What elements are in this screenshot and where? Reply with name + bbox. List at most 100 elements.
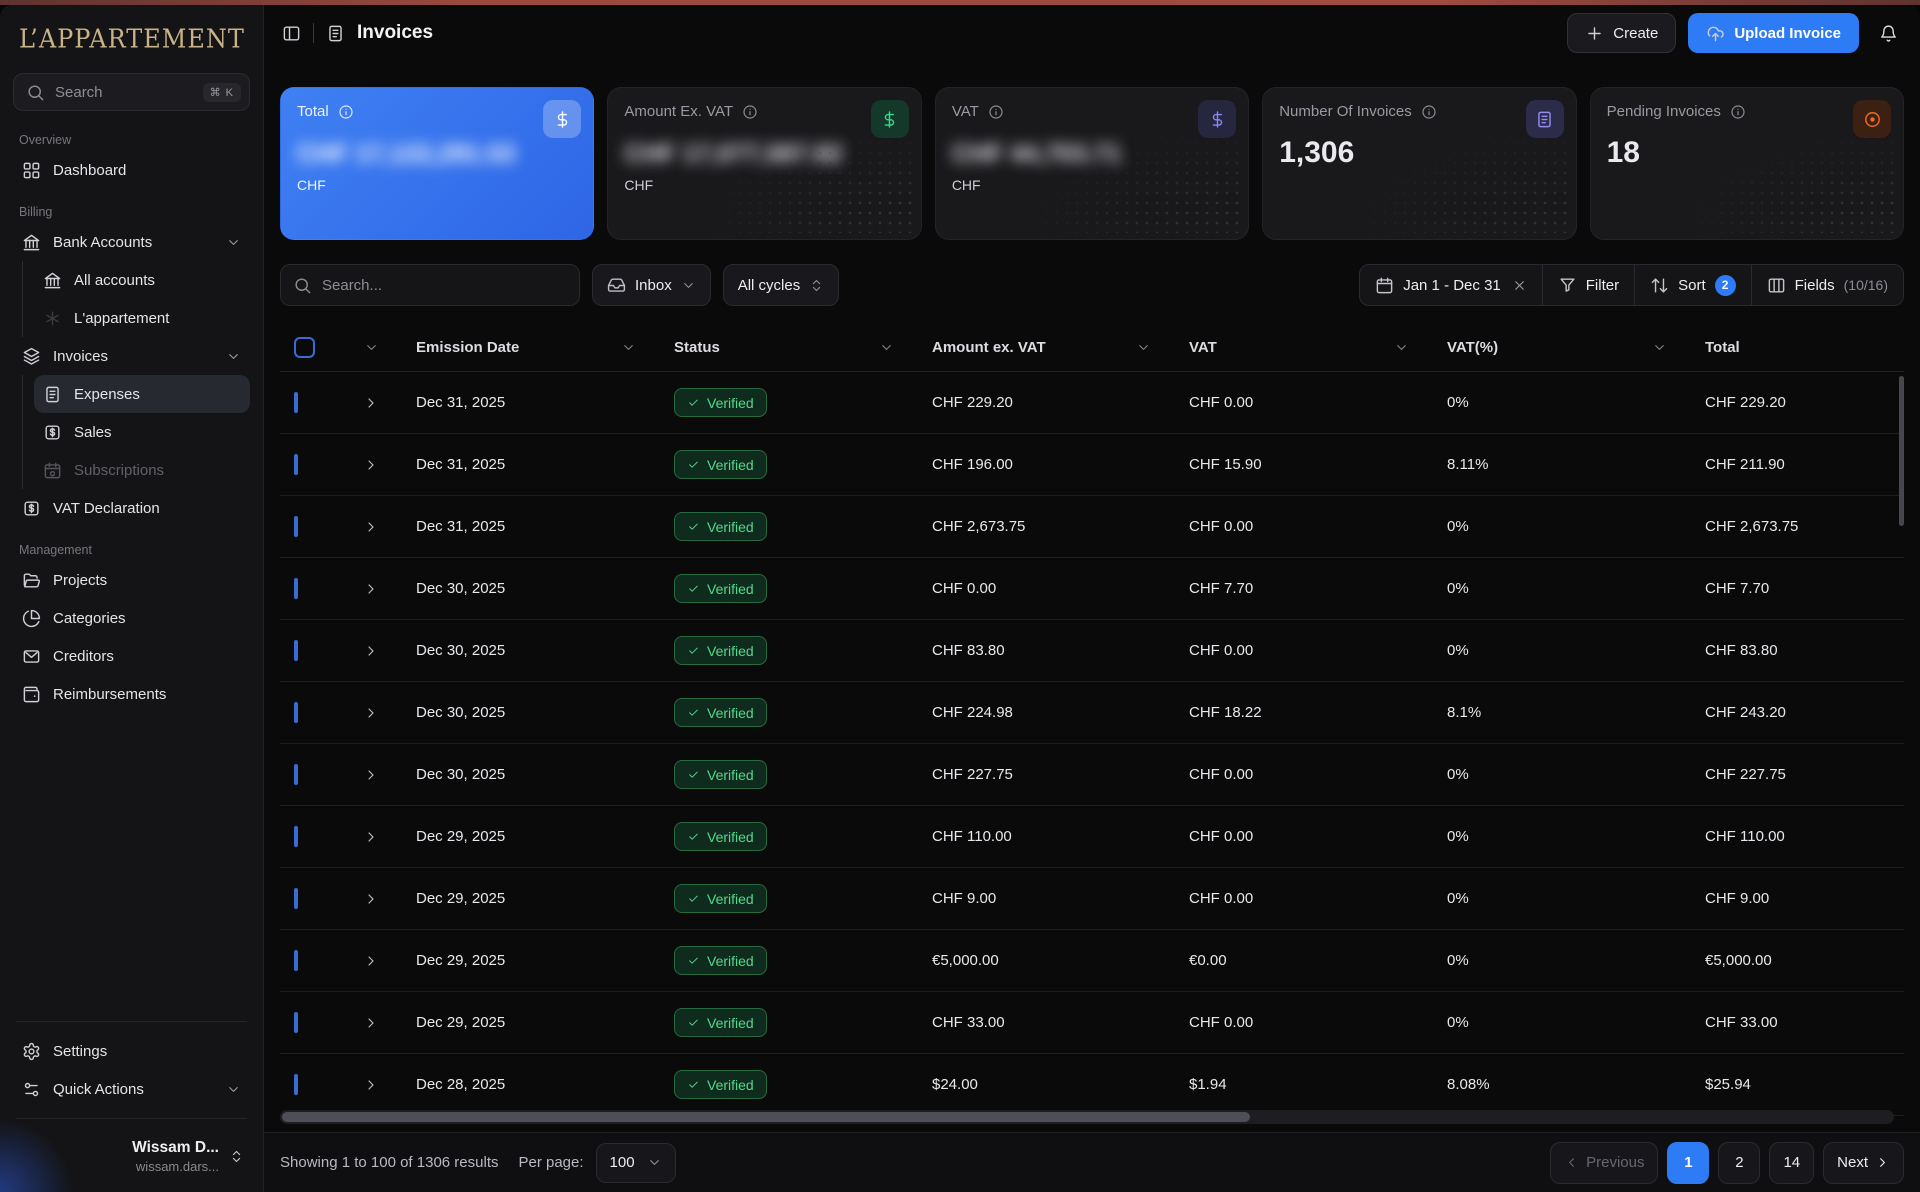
row-checkbox[interactable] — [294, 640, 298, 661]
sidebar-item-settings[interactable]: Settings — [13, 1032, 250, 1070]
row-expander[interactable] — [340, 1077, 402, 1093]
sort-button[interactable]: Sort 2 — [1634, 265, 1751, 305]
column-menu-icon[interactable] — [1652, 340, 1667, 355]
column-header-vat-[interactable]: VAT(%) — [1433, 339, 1691, 356]
status-badge: Verified — [674, 1070, 767, 1099]
sidebar-toggle-icon[interactable] — [282, 24, 301, 43]
row-checkbox[interactable] — [294, 764, 298, 785]
row-expander[interactable] — [340, 767, 402, 783]
row-expander[interactable] — [340, 395, 402, 411]
sidebar-item-subscriptions[interactable]: Subscriptions — [34, 451, 250, 489]
sidebar-item-dashboard[interactable]: Dashboard — [13, 151, 250, 189]
vertical-scrollbar[interactable] — [1899, 376, 1904, 526]
row-expander[interactable] — [340, 643, 402, 659]
table-row[interactable]: Dec 30, 2025VerifiedCHF 83.80CHF 0.000%C… — [280, 620, 1904, 682]
sidebar-item-reimbursements[interactable]: Reimbursements — [13, 675, 250, 713]
table-row[interactable]: Dec 29, 2025VerifiedCHF 33.00CHF 0.000%C… — [280, 992, 1904, 1054]
column-header-emission-date[interactable]: Emission Date — [402, 339, 660, 356]
sidebar-item-bank-accounts[interactable]: Bank Accounts — [13, 223, 250, 261]
row-checkbox[interactable] — [294, 392, 298, 413]
chevron-down-icon — [681, 278, 696, 293]
page-button-14[interactable]: 14 — [1769, 1142, 1814, 1184]
row-expander[interactable] — [340, 457, 402, 473]
table-search-input[interactable]: Search... — [280, 264, 580, 306]
next-page-button[interactable]: Next — [1823, 1142, 1904, 1184]
table-row[interactable]: Dec 31, 2025VerifiedCHF 229.20CHF 0.000%… — [280, 372, 1904, 434]
stat-card-total[interactable]: TotalCHF 17,122,291.53CHF — [280, 87, 594, 240]
sidebar-item-quick-actions[interactable]: Quick Actions — [13, 1070, 250, 1108]
row-expander[interactable] — [340, 829, 402, 845]
fields-button[interactable]: Fields (10/16) — [1751, 265, 1903, 305]
column-menu-icon[interactable] — [879, 340, 894, 355]
stat-card-amount-ex-vat[interactable]: Amount Ex. VATCHF 17,077,587.82CHF — [607, 87, 921, 240]
date-range-chip[interactable]: Jan 1 - Dec 31 — [1360, 265, 1542, 305]
stat-card-number-of-invoices[interactable]: Number Of Invoices1,306 — [1262, 87, 1576, 240]
sidebar-item-invoices[interactable]: Invoices — [13, 337, 250, 375]
table-row[interactable]: Dec 31, 2025VerifiedCHF 196.00CHF 15.908… — [280, 434, 1904, 496]
table-row[interactable]: Dec 30, 2025VerifiedCHF 224.98CHF 18.228… — [280, 682, 1904, 744]
per-page-select[interactable]: 100 — [596, 1143, 676, 1183]
filter-toolbar: Search... Inbox All cycles Jan 1 - Dec 3… — [264, 240, 1920, 306]
table-row[interactable]: Dec 30, 2025VerifiedCHF 227.75CHF 0.000%… — [280, 744, 1904, 806]
sidebar-item-sales[interactable]: Sales — [34, 413, 250, 451]
expander-header-cell[interactable] — [340, 340, 402, 355]
column-header-status[interactable]: Status — [660, 339, 918, 356]
sidebar-search[interactable]: Search ⌘ K — [13, 73, 250, 111]
clear-date-icon[interactable] — [1512, 278, 1527, 293]
horizontal-scrollbar-thumb[interactable] — [282, 1112, 1250, 1122]
row-expander[interactable] — [340, 953, 402, 969]
row-checkbox[interactable] — [294, 1074, 298, 1095]
row-checkbox[interactable] — [294, 888, 298, 909]
topbar: Invoices Create Upload Invoice — [264, 5, 1920, 61]
previous-page-button[interactable]: Previous — [1550, 1142, 1658, 1184]
page-button-2[interactable]: 2 — [1718, 1142, 1760, 1184]
stat-card-vat[interactable]: VATCHF 44,703.71CHF — [935, 87, 1249, 240]
table-row[interactable]: Dec 28, 2025Verified$24.00$1.948.08%$25.… — [280, 1054, 1904, 1116]
chevron-left-icon — [1564, 1155, 1579, 1170]
stat-card-pending-invoices[interactable]: Pending Invoices18 — [1590, 87, 1904, 240]
column-menu-icon[interactable] — [621, 340, 636, 355]
row-expander[interactable] — [340, 891, 402, 907]
row-expander[interactable] — [340, 1015, 402, 1031]
row-checkbox[interactable] — [294, 516, 298, 537]
filter-button[interactable]: Filter — [1542, 265, 1634, 305]
row-expander[interactable] — [340, 581, 402, 597]
column-menu-icon[interactable] — [1136, 340, 1151, 355]
table-row[interactable]: Dec 29, 2025VerifiedCHF 9.00CHF 0.000%CH… — [280, 868, 1904, 930]
table-row[interactable]: Dec 31, 2025VerifiedCHF 2,673.75CHF 0.00… — [280, 496, 1904, 558]
table-row[interactable]: Dec 30, 2025VerifiedCHF 0.00CHF 7.700%CH… — [280, 558, 1904, 620]
column-menu-icon[interactable] — [1394, 340, 1409, 355]
row-checkbox[interactable] — [294, 702, 298, 723]
sidebar-item-lappartement[interactable]: L'appartement — [34, 299, 250, 337]
cell-total: CHF 33.00 — [1691, 1014, 1904, 1031]
sidebar-item-categories[interactable]: Categories — [13, 599, 250, 637]
row-checkbox[interactable] — [294, 1012, 298, 1033]
upload-invoice-button[interactable]: Upload Invoice — [1688, 13, 1859, 53]
user-menu[interactable]: Wissam D... wissam.dars... — [13, 1129, 250, 1182]
row-checkbox[interactable] — [294, 578, 298, 599]
row-expander[interactable] — [340, 519, 402, 535]
cell-vat: CHF 0.00 — [1175, 890, 1433, 907]
sidebar-item-expenses[interactable]: Expenses — [34, 375, 250, 413]
sidebar-item-projects[interactable]: Projects — [13, 561, 250, 599]
table-row[interactable]: Dec 29, 2025VerifiedCHF 110.00CHF 0.000%… — [280, 806, 1904, 868]
select-all-checkbox[interactable] — [294, 337, 315, 358]
sidebar-item-vat-declaration[interactable]: VAT Declaration — [13, 489, 250, 527]
sidebar-item-all-accounts[interactable]: All accounts — [34, 261, 250, 299]
cycles-select[interactable]: All cycles — [723, 264, 840, 306]
row-checkbox[interactable] — [294, 826, 298, 847]
sidebar-item-creditors[interactable]: Creditors — [13, 637, 250, 675]
column-header-amount-ex-vat[interactable]: Amount ex. VAT — [918, 339, 1175, 356]
horizontal-scrollbar-track[interactable] — [280, 1110, 1894, 1124]
create-button[interactable]: Create — [1567, 13, 1676, 53]
column-header-vat[interactable]: VAT — [1175, 339, 1433, 356]
inbox-dropdown[interactable]: Inbox — [592, 264, 711, 306]
row-checkbox[interactable] — [294, 454, 298, 475]
stat-unit: CHF — [297, 177, 577, 193]
row-checkbox[interactable] — [294, 950, 298, 971]
row-expander[interactable] — [340, 705, 402, 721]
table-row[interactable]: Dec 29, 2025Verified€5,000.00€0.000%€5,0… — [280, 930, 1904, 992]
bell-icon[interactable] — [1879, 24, 1898, 43]
page-button-1[interactable]: 1 — [1667, 1142, 1709, 1184]
column-header-total[interactable]: Total — [1691, 339, 1904, 356]
